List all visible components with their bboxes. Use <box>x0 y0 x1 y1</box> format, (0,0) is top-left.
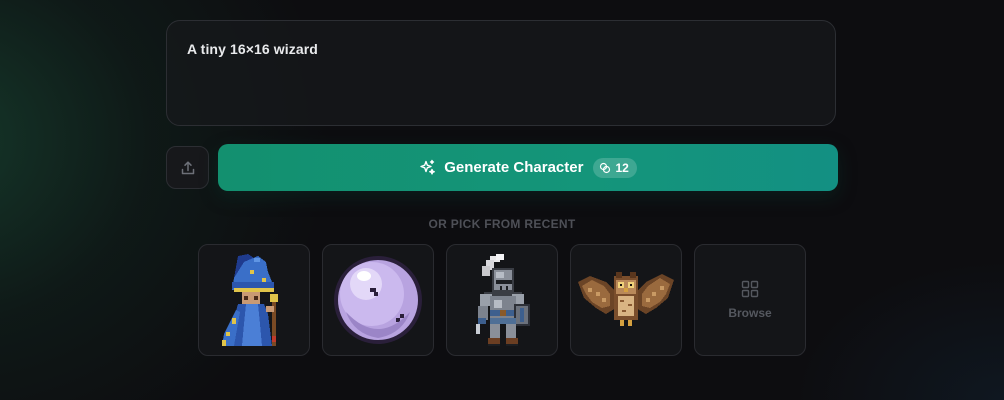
recent-list: Browse <box>198 244 806 356</box>
browse-label: Browse <box>728 306 772 320</box>
wizard-sprite <box>222 254 278 346</box>
grid-icon <box>741 280 759 298</box>
prompt-text[interactable]: A tiny 16×16 wizard <box>187 41 815 57</box>
generate-character-button[interactable]: Generate Character 12 <box>218 144 838 191</box>
recent-item-wizard[interactable] <box>198 244 310 356</box>
upload-button[interactable] <box>166 146 209 189</box>
generate-label: Generate Character <box>444 159 584 176</box>
owl-sprite <box>578 272 674 326</box>
recent-item-orb[interactable] <box>322 244 434 356</box>
credit-badge: 12 <box>593 157 637 178</box>
recent-heading: OR PICK FROM RECENT <box>428 217 576 231</box>
orb-sprite <box>334 256 422 344</box>
recent-item-owl[interactable] <box>570 244 682 356</box>
browse-button[interactable]: Browse <box>694 244 806 356</box>
coin-icon <box>600 162 611 173</box>
generator-page: A tiny 16×16 wizard Generate Character 1… <box>0 0 1004 400</box>
credit-count: 12 <box>615 160 629 175</box>
sparkle-icon <box>420 159 436 175</box>
knight-sprite <box>476 254 530 346</box>
prompt-textarea[interactable]: A tiny 16×16 wizard <box>166 20 836 126</box>
recent-item-knight[interactable] <box>446 244 558 356</box>
upload-icon <box>181 160 194 174</box>
